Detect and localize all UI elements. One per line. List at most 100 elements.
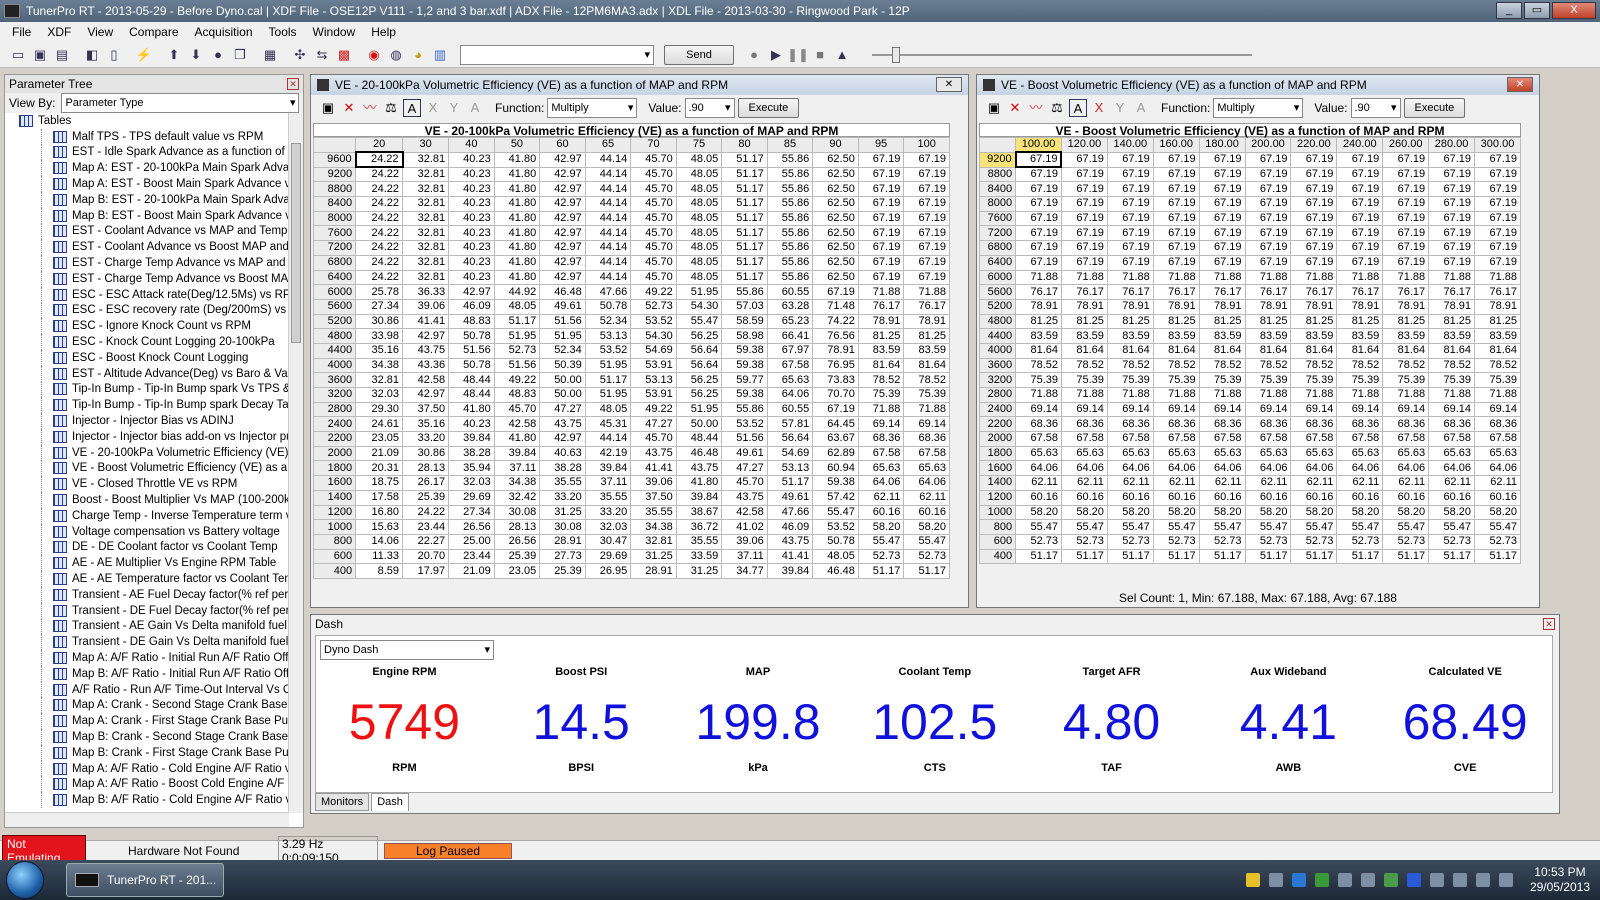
table-cell[interactable]: 26.56 — [448, 519, 495, 535]
table-cell[interactable]: 81.25 — [1106, 313, 1154, 330]
table-cell[interactable]: 53.52 — [721, 416, 768, 433]
table-cell[interactable]: 26.56 — [493, 533, 541, 550]
table-cell[interactable]: 54.30 — [630, 328, 677, 344]
row-header[interactable]: 8400 — [978, 181, 1017, 198]
table-cell[interactable]: 41.80 — [493, 196, 541, 212]
table-cell[interactable]: 28.91 — [539, 533, 586, 550]
table-cell[interactable]: 67.19 — [1244, 151, 1292, 168]
table-cell[interactable]: 67.19 — [903, 210, 950, 227]
table-cell[interactable]: 67.19 — [1382, 151, 1430, 168]
tree-item[interactable]: VE - 20-100kPa Volumetric Efficiency (VE… — [5, 444, 289, 461]
table-cell[interactable]: 67.19 — [1198, 151, 1246, 168]
table-cell[interactable]: 78.52 — [1290, 357, 1338, 374]
table-cell[interactable]: 51.95 — [493, 328, 541, 344]
table-cell[interactable]: 67.58 — [857, 445, 905, 462]
table-cell[interactable]: 36.72 — [675, 519, 723, 535]
table-cell[interactable]: 53.91 — [630, 387, 677, 403]
table-cell[interactable]: 27.34 — [355, 298, 403, 315]
table-cell[interactable]: 62.11 — [857, 489, 905, 506]
shield-icon[interactable] — [1245, 873, 1260, 887]
table-cell[interactable]: 43.75 — [766, 533, 814, 550]
save-icon[interactable]: ▣ — [319, 99, 337, 117]
table-cell[interactable]: 43.75 — [401, 342, 450, 359]
table-cell[interactable]: 55.86 — [721, 284, 768, 300]
table-cell[interactable]: 62.11 — [903, 489, 950, 506]
table-cell[interactable]: 45.70 — [721, 475, 768, 491]
table-cell[interactable]: 65.63 — [1290, 445, 1338, 462]
table-cell[interactable]: 81.64 — [857, 357, 905, 374]
table-cell[interactable]: 81.25 — [1152, 313, 1200, 330]
table-cell[interactable]: 23.05 — [493, 563, 541, 579]
close-icon[interactable]: ✕ — [1543, 618, 1555, 630]
interpolate-icon[interactable]: A — [403, 99, 421, 117]
slider-thumb[interactable] — [892, 46, 900, 63]
table-cell[interactable]: 71.88 — [903, 284, 950, 300]
table-cell[interactable]: 24.61 — [355, 416, 403, 433]
table-cell[interactable]: 65.63 — [1244, 445, 1292, 462]
table-cell[interactable]: 67.19 — [812, 401, 859, 418]
table-cell[interactable]: 60.94 — [812, 460, 859, 477]
table-cell[interactable]: 65.63 — [1106, 445, 1154, 462]
table-cell[interactable]: 67.19 — [1428, 254, 1475, 271]
table-cell[interactable]: 62.11 — [1244, 475, 1292, 491]
table-cell[interactable]: 32.03 — [355, 387, 403, 403]
table-cell[interactable]: 67.19 — [1015, 166, 1062, 183]
row-header[interactable]: 9200 — [978, 151, 1017, 168]
table-cell[interactable]: 42.97 — [539, 151, 586, 168]
send-button[interactable]: Send — [664, 44, 734, 65]
table-cell[interactable]: 78.52 — [1015, 357, 1062, 374]
table-cell[interactable]: 55.86 — [766, 210, 814, 227]
table-cell[interactable]: 67.19 — [1382, 240, 1430, 256]
row-header[interactable]: 5200 — [312, 313, 357, 330]
table-cell[interactable]: 69.14 — [1106, 401, 1154, 418]
table-cell[interactable]: 67.19 — [857, 181, 905, 198]
table-cell[interactable]: 34.38 — [355, 357, 403, 374]
table-cell[interactable]: 67.19 — [1474, 225, 1521, 242]
tree-vertical-scrollbar[interactable] — [288, 113, 303, 813]
table-cell[interactable]: 42.97 — [401, 387, 450, 403]
table-cell[interactable]: 50.78 — [812, 533, 859, 550]
table-cell[interactable]: 14.06 — [355, 533, 403, 550]
table-cell[interactable]: 42.97 — [401, 328, 450, 344]
table-cell[interactable]: 40.23 — [448, 196, 495, 212]
table-cell[interactable]: 57.03 — [721, 298, 768, 315]
table-cell[interactable]: 65.63 — [1152, 445, 1200, 462]
refresh-icon[interactable] — [1314, 873, 1329, 887]
table-cell[interactable]: 81.25 — [1198, 313, 1246, 330]
row-header[interactable]: 7600 — [312, 225, 357, 242]
table-cell[interactable]: 60.55 — [766, 284, 814, 300]
table-cell[interactable]: 68.36 — [857, 431, 905, 447]
table-cell[interactable]: 39.84 — [493, 445, 541, 462]
table-cell[interactable]: 44.14 — [584, 431, 632, 447]
table-cell[interactable]: 44.92 — [493, 284, 541, 300]
delete-icon[interactable]: ✕ — [1006, 99, 1024, 117]
table-cell[interactable]: 55.47 — [1152, 519, 1200, 535]
table-cell[interactable]: 67.19 — [1015, 196, 1062, 212]
table-cell[interactable]: 67.19 — [903, 181, 950, 198]
tree-item[interactable]: ESC - Ignore Knock Count vs RPM — [5, 318, 289, 334]
table-cell[interactable]: 67.19 — [1198, 240, 1246, 256]
table-cell[interactable]: 81.64 — [1152, 342, 1200, 359]
table-cell[interactable]: 48.05 — [812, 548, 859, 565]
table-cell[interactable]: 78.52 — [1152, 357, 1200, 374]
table-cell[interactable]: 71.88 — [1244, 269, 1292, 286]
table-cell[interactable]: 78.52 — [1474, 357, 1521, 374]
table-cell[interactable]: 42.58 — [493, 416, 541, 433]
table-cell[interactable]: 67.19 — [1060, 196, 1108, 212]
table-cell[interactable]: 78.91 — [1382, 298, 1430, 315]
row-header[interactable]: 8400 — [312, 196, 357, 212]
table-cell[interactable]: 67.19 — [1060, 240, 1108, 256]
table-cell[interactable]: 40.23 — [448, 254, 495, 271]
upload-icon[interactable]: ⬆ — [164, 45, 184, 65]
table-cell[interactable]: 67.19 — [1474, 210, 1521, 227]
table-cell[interactable]: 64.06 — [1015, 460, 1062, 477]
column-header[interactable]: 30 — [401, 137, 450, 153]
close-icon[interactable]: ✕ — [936, 77, 962, 92]
table-cell[interactable]: 67.19 — [1382, 254, 1430, 271]
new-icon[interactable]: ▭ — [8, 45, 28, 65]
tree-root-tables[interactable]: Tables — [5, 113, 289, 129]
table-cell[interactable]: 68.36 — [1152, 416, 1200, 433]
table-cell[interactable]: 67.19 — [1015, 240, 1062, 256]
tree-item[interactable]: Map B: EST - 20-100kPa Main Spark Advanc… — [5, 191, 289, 208]
table-cell[interactable]: 78.52 — [1382, 357, 1430, 374]
